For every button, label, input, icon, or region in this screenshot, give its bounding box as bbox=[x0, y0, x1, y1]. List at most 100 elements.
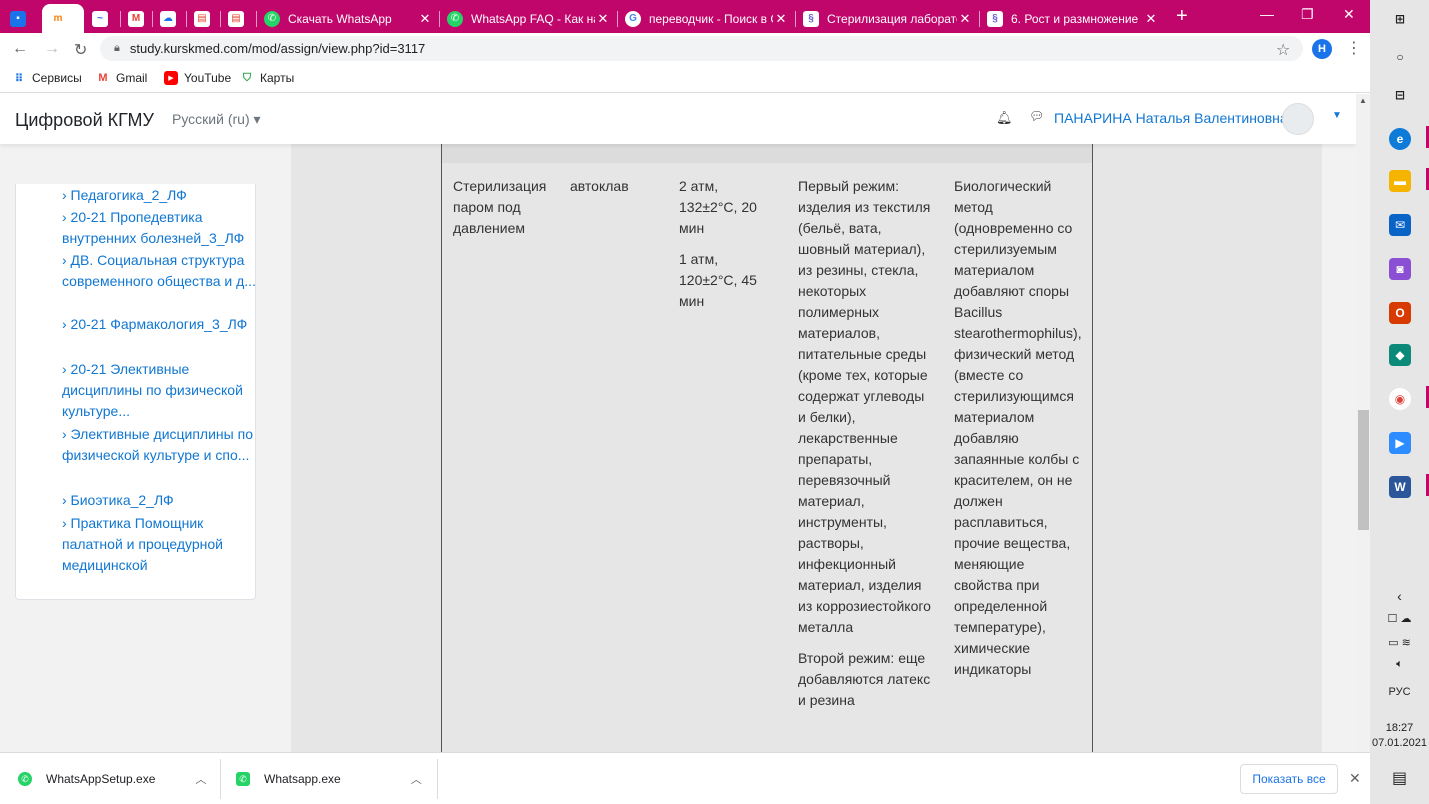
close-icon[interactable]: ✕ bbox=[957, 11, 973, 27]
chrome-icon[interactable]: ◉ bbox=[1389, 388, 1411, 410]
back-icon[interactable]: ← bbox=[12, 40, 28, 58]
pdf-icon: ▤ bbox=[194, 10, 210, 27]
chevron-up-icon[interactable]: ︿ bbox=[411, 771, 422, 787]
tray-cloud-icon[interactable]: ☐ ☁ bbox=[1370, 612, 1429, 625]
sidebar-item-practice[interactable]: › Практика Помощник палатной и процедурн… bbox=[62, 513, 262, 576]
divider bbox=[220, 759, 221, 799]
google-icon: G bbox=[625, 10, 641, 27]
close-icon[interactable]: ✕ bbox=[595, 11, 611, 27]
close-icon[interactable]: ✕ bbox=[1143, 11, 1159, 27]
restore-icon[interactable]: ❐ bbox=[1301, 6, 1314, 23]
close-icon[interactable]: ✕ bbox=[1349, 770, 1361, 787]
tab-pdf-1[interactable]: ▤ bbox=[186, 4, 222, 33]
sidebar-item-electives-1[interactable]: › 20-21 Элективные дисциплины по физичес… bbox=[62, 359, 262, 422]
bookmark-services[interactable]: ⠿ Сервисы bbox=[12, 71, 82, 85]
close-icon[interactable]: ✕ bbox=[773, 11, 789, 27]
tab-whatsapp-faq[interactable]: ✆ WhatsApp FAQ - Как на ✕ bbox=[439, 4, 617, 33]
word-icon[interactable]: W bbox=[1389, 476, 1411, 498]
office-icon[interactable]: O bbox=[1389, 302, 1411, 324]
windows-start-icon[interactable]: ⊞ bbox=[1389, 8, 1411, 30]
tab-pdf-2[interactable]: ▤ bbox=[220, 4, 256, 33]
sidebar-item-electives-2[interactable]: › Элективные дисциплины по физической ку… bbox=[62, 424, 262, 466]
tab-strip: ▪ m ~ M ☁ ▤ ▤ ✆ Скачать WhatsApp ✕ ✆ Wha… bbox=[0, 0, 1370, 33]
tab-growth[interactable]: § 6. Рост и размножение ✕ bbox=[979, 4, 1165, 33]
show-all-button[interactable]: Показать все bbox=[1240, 764, 1338, 794]
minimize-icon[interactable]: — bbox=[1260, 6, 1274, 22]
tab-label: переводчик - Поиск в G bbox=[649, 11, 773, 26]
tray-battery-wifi-icon[interactable]: ▭ ≋ bbox=[1370, 636, 1429, 649]
tab-label: 6. Рост и размножение bbox=[1011, 11, 1139, 26]
tab-moodle-active[interactable]: m bbox=[42, 4, 84, 33]
clock-date[interactable]: 07.01.2021 bbox=[1370, 737, 1429, 749]
show-hidden-icons-icon[interactable]: ‹ bbox=[1370, 588, 1429, 604]
tab-cloud[interactable]: ☁ bbox=[152, 4, 188, 33]
user-name[interactable]: ПАНАРИНА Наталья Валентиновна bbox=[1054, 110, 1288, 126]
reload-icon[interactable]: ↻ bbox=[74, 40, 87, 60]
sidebar-item-bioethics[interactable]: › Биоэтика_2_ЛФ bbox=[62, 490, 262, 511]
sidebar-item-pharmacology[interactable]: › 20-21 Фармакология_3_ЛФ bbox=[62, 314, 262, 335]
mode-1: 2 атм, 132±2°С, 20 мин bbox=[679, 178, 757, 236]
mail-icon[interactable]: ✉ bbox=[1389, 214, 1411, 236]
avatar[interactable] bbox=[1282, 103, 1314, 135]
folder-icon[interactable]: ▬ bbox=[1389, 170, 1411, 192]
tab-3[interactable]: ~ bbox=[84, 4, 120, 33]
feather-icon: ~ bbox=[92, 10, 108, 27]
notifications-icon[interactable]: ▤ bbox=[1370, 768, 1429, 788]
close-icon[interactable]: ✕ bbox=[417, 11, 433, 27]
tab-chat[interactable]: ▪ bbox=[2, 4, 38, 33]
store-icon[interactable]: ◆ bbox=[1389, 344, 1411, 366]
chevron-down-icon[interactable]: ▼ bbox=[1332, 110, 1342, 121]
zoom-icon[interactable]: ▶ bbox=[1389, 432, 1411, 454]
photos-icon[interactable]: ◙ bbox=[1389, 258, 1411, 280]
sidebar-item-propaedeutics[interactable]: › 20-21 Пропедевтика внутренних болезней… bbox=[62, 207, 262, 249]
new-tab-button[interactable]: + bbox=[1176, 5, 1188, 27]
tab-google-search[interactable]: G переводчик - Поиск в G ✕ bbox=[617, 4, 795, 33]
bookmark-youtube[interactable]: ▶ YouTube bbox=[164, 71, 231, 85]
site-brand[interactable]: Цифровой КГМУ bbox=[15, 110, 154, 131]
clock-time[interactable]: 18:27 bbox=[1370, 722, 1429, 734]
download-item-1[interactable]: ✆ WhatsAppSetup.exe ︿ bbox=[18, 753, 218, 804]
message-icon[interactable]: 💬︎ bbox=[1029, 109, 1044, 123]
gmail-icon: M bbox=[128, 10, 144, 27]
whatsapp-icon: ✆ bbox=[18, 772, 32, 786]
tab-gmail[interactable]: M bbox=[120, 4, 156, 33]
download-filename: Whatsapp.exe bbox=[264, 772, 341, 786]
sidebar-item-pedagogy[interactable]: › Педагогика_2_ЛФ bbox=[62, 185, 262, 206]
table-cell-items: Первый режим: изделия из текстиля (бельё… bbox=[798, 176, 932, 721]
scroll-up-arrow-icon[interactable]: ▲ bbox=[1359, 96, 1367, 105]
tab-sterilization[interactable]: § Стерилизация лаборато ✕ bbox=[795, 4, 979, 33]
tab-label: Скачать WhatsApp bbox=[288, 11, 392, 26]
windows-taskbar: ⊞ ○ ⊟ e ▬ ✉ ◙ O ◆ ◉ ▶ W ‹ ☐ ☁ ▭ ≋ 🔈︎ РУС… bbox=[1370, 0, 1429, 804]
address-bar[interactable]: 🔒︎ study.kurskmed.com/mod/assign/view.ph… bbox=[100, 36, 1303, 61]
tab-whatsapp-download[interactable]: ✆ Скачать WhatsApp ✕ bbox=[256, 4, 439, 33]
chevron-up-icon[interactable]: ︿ bbox=[195, 771, 206, 787]
menu-kebab-icon[interactable]: ⋮ bbox=[1346, 38, 1362, 58]
site-icon: § bbox=[803, 10, 819, 27]
site-icon: § bbox=[987, 10, 1003, 27]
items-regime-2: Второй режим: еще добавляются латекс и р… bbox=[798, 650, 931, 708]
volume-icon[interactable]: 🔈︎ bbox=[1370, 658, 1429, 671]
profile-avatar[interactable]: H bbox=[1312, 39, 1332, 59]
search-icon[interactable]: ○ bbox=[1389, 46, 1411, 68]
scrollbar-thumb[interactable] bbox=[1358, 410, 1369, 530]
sidebar-item-social-structure[interactable]: › ДВ. Социальная структура современного … bbox=[62, 250, 262, 292]
download-filename: WhatsAppSetup.exe bbox=[46, 772, 156, 786]
bookmark-star-icon[interactable]: ☆ bbox=[1276, 40, 1290, 60]
table-cell-modes: 2 атм, 132±2°С, 20 мин 1 атм, 120±2°С, 4… bbox=[679, 176, 769, 322]
bookmark-gmail[interactable]: M Gmail bbox=[96, 71, 147, 85]
moodle-icon: m bbox=[53, 13, 63, 24]
edge-icon[interactable]: e bbox=[1389, 128, 1411, 150]
download-item-2[interactable]: ✆ Whatsapp.exe ︿ bbox=[236, 753, 436, 804]
window-close-icon[interactable]: ✕ bbox=[1343, 6, 1355, 23]
lock-icon: 🔒︎ bbox=[114, 42, 120, 54]
bookmark-maps[interactable]: ⛉ Карты bbox=[240, 71, 294, 85]
bookmark-label: Gmail bbox=[116, 71, 148, 85]
bell-icon[interactable]: 🔔︎ bbox=[996, 110, 1013, 126]
forward-icon[interactable]: → bbox=[44, 40, 60, 58]
language-menu[interactable]: Русский (ru) ▾ bbox=[172, 111, 261, 128]
sterilization-table: Стерилизация паром под давлением автокла… bbox=[441, 134, 1093, 752]
task-view-icon[interactable]: ⊟ bbox=[1389, 84, 1411, 106]
input-language[interactable]: РУС bbox=[1370, 686, 1429, 698]
toolbar: ← → ↻ 🔒︎ study.kurskmed.com/mod/assign/v… bbox=[0, 33, 1370, 64]
bookmark-label: YouTube bbox=[184, 71, 232, 85]
